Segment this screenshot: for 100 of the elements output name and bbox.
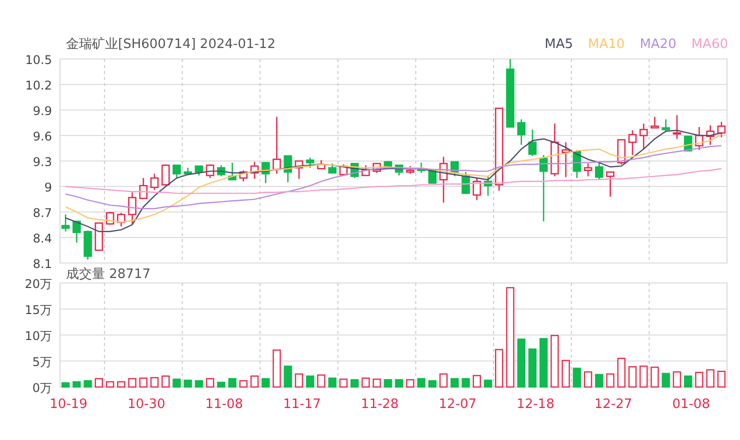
axis-label: 5万 (32, 355, 52, 369)
candlestick (317, 160, 326, 170)
date-label: 11-08 (205, 397, 244, 412)
date-label: 11-28 (360, 397, 399, 412)
candlestick (528, 130, 537, 156)
volume-bar (394, 379, 404, 388)
volume-bar (539, 338, 548, 388)
volume-bar (417, 378, 426, 388)
candlestick (72, 220, 81, 243)
axis-label: 9.6 (32, 130, 52, 144)
candlestick (472, 178, 482, 200)
volume-bar (428, 380, 437, 388)
candlestick (506, 59, 514, 128)
candlestick (550, 124, 559, 176)
candlestick (250, 162, 259, 179)
axis-label: 8.1 (32, 257, 52, 271)
volume-bar (684, 375, 692, 388)
volume-bar (262, 378, 270, 388)
candlestick (106, 212, 114, 225)
candlestick (639, 124, 648, 150)
legend-label: MA10 (588, 36, 625, 52)
candlestick (228, 162, 236, 180)
date-label: 01-08 (672, 397, 710, 412)
volume-bar (350, 379, 359, 388)
volume-bar (662, 372, 670, 388)
date-label: 12-07 (438, 397, 477, 412)
axis-label: 9.9 (32, 104, 52, 118)
candlestick (328, 164, 336, 174)
date-label: 10-30 (127, 397, 166, 412)
date-label: 11-17 (283, 397, 321, 412)
legend-label: MA5 (544, 36, 574, 52)
candlestick (617, 139, 626, 164)
axis-label: 9 (44, 180, 52, 194)
candlestick (695, 127, 704, 150)
volume-bar (517, 338, 526, 388)
candlestick (150, 174, 159, 190)
volume-bar (462, 378, 470, 388)
chart-title: 金瑞矿业[SH600714] 2024-01-12 (66, 36, 276, 53)
date-label: 12-27 (594, 397, 632, 412)
axis-label: 0万 (32, 381, 52, 395)
axis-label: 10.5 (25, 53, 52, 67)
candlestick (672, 115, 682, 139)
candlestick (417, 162, 426, 173)
candlestick (394, 164, 404, 176)
candlestick (217, 165, 226, 176)
volume-bar (484, 380, 492, 388)
candlestick (450, 161, 459, 176)
candlestick (184, 168, 192, 175)
candlestick (406, 166, 414, 174)
volume-bar (328, 378, 336, 388)
candlestick (61, 214, 70, 232)
volume-bar (284, 366, 292, 388)
axis-label: 10万 (24, 329, 52, 343)
candlestick (484, 176, 492, 196)
volume-bar (61, 382, 70, 388)
candlestick (206, 164, 214, 178)
candlestick (239, 170, 248, 182)
volume-bar (306, 375, 314, 388)
candlestick (628, 130, 637, 156)
candlestick (284, 155, 292, 182)
candlestick (428, 170, 437, 184)
candlestick (572, 150, 582, 178)
candlestick (517, 119, 526, 145)
candlestick (94, 222, 104, 251)
candlestick (84, 230, 92, 260)
volume-bar (595, 374, 604, 388)
volume-bar (72, 381, 81, 388)
candlestick (306, 158, 314, 168)
candlestick (706, 125, 714, 145)
candlestick (294, 160, 304, 179)
candlestick (172, 164, 181, 178)
candlestick (606, 171, 614, 197)
candlestick (117, 212, 126, 226)
date-label: 12-18 (516, 397, 554, 412)
volume-bar (384, 379, 392, 388)
candlestick (439, 156, 448, 203)
candlestick (584, 164, 592, 176)
candlestick (262, 162, 270, 184)
volume-bar (528, 348, 537, 388)
candlestick (128, 192, 136, 224)
candlestick (272, 116, 281, 174)
volume-bar (172, 378, 181, 388)
axis-label: 10.2 (25, 78, 52, 92)
candlestick (650, 116, 659, 128)
candlestick (662, 119, 670, 132)
volume-bar (84, 380, 92, 388)
candlestick (161, 164, 170, 186)
volume-bar (184, 380, 192, 388)
volume-bar (572, 368, 582, 388)
date-label: 10-19 (50, 397, 88, 412)
volume-bar (228, 378, 236, 388)
candlestick (595, 162, 604, 180)
candlestick (194, 165, 204, 176)
volume-bar (194, 380, 204, 388)
axis-label: 20万 (24, 277, 52, 291)
axis-label: 15万 (24, 303, 52, 317)
candlestick (539, 155, 548, 222)
axis-label: 8.4 (32, 232, 52, 246)
candlestick (139, 178, 148, 200)
axis-label: 8.7 (32, 206, 52, 220)
